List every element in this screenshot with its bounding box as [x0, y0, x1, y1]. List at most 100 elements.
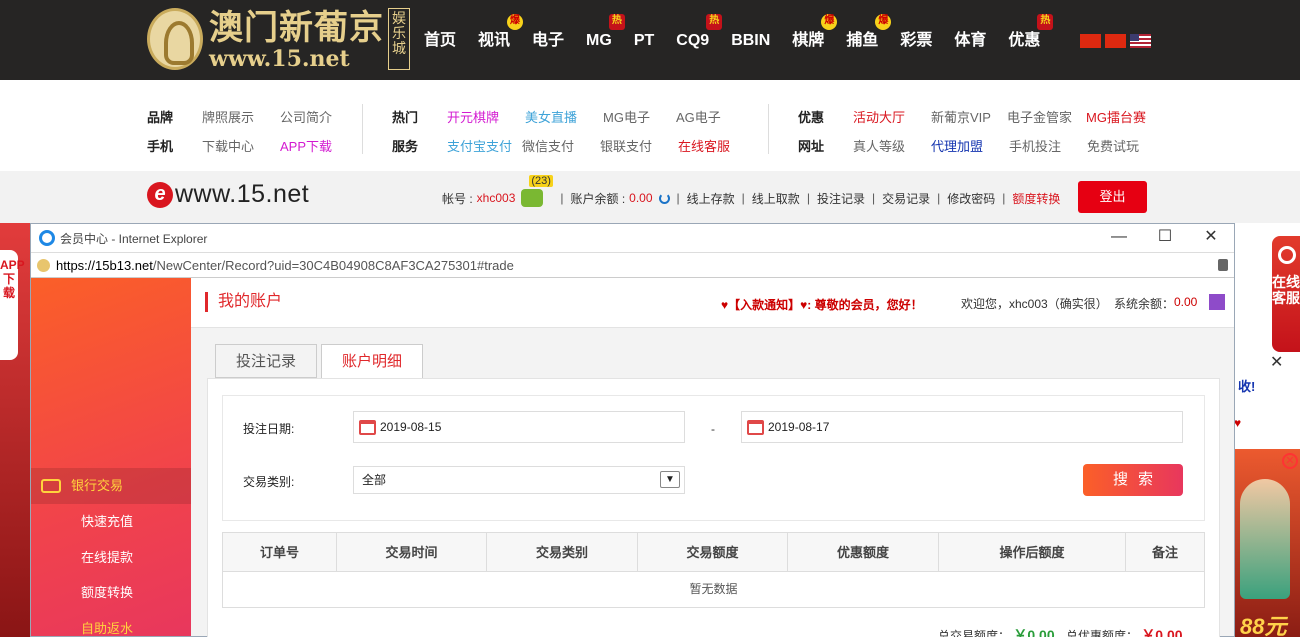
message-icon[interactable]: (23) [521, 175, 553, 207]
window-titlebar[interactable]: 会员中心 - Internet Explorer — ☐ ✕ [31, 224, 1234, 252]
submenu-link[interactable]: 支付宝支付 [447, 136, 512, 155]
submenu-link[interactable]: 免费试玩 [1087, 136, 1139, 155]
logout-button[interactable]: 登出 [1078, 181, 1147, 213]
member-bar: e www.15.net 帐号 : xhc003 (23) | 账户余额 : 0… [0, 171, 1300, 223]
brand-name: 澳门新葡京 [209, 8, 384, 48]
hot-badge: 热 [1037, 14, 1054, 30]
cn-flag-icon[interactable] [1080, 34, 1101, 48]
submenu-link[interactable]: 公司简介 [280, 107, 332, 126]
nav-item-fishing[interactable]: 捕鱼爆 [835, 0, 892, 80]
totals-summary: 总交易额度： ￥0.00 总优惠额度： ￥0.00 [938, 625, 1183, 637]
sidenav-section-bank[interactable]: 银行交易 [31, 468, 191, 504]
submenu-link[interactable]: MG电子 [603, 107, 650, 126]
submenu-link[interactable]: APP下载 [280, 136, 332, 155]
url-host: https://15b13.net [56, 257, 153, 273]
right-ad-banner[interactable]: ✕ 88元 [1234, 449, 1300, 637]
us-flag-icon[interactable] [1130, 34, 1151, 48]
submenu-link[interactable]: 新葡京VIP [931, 107, 991, 126]
column-header[interactable]: 交易时间 [337, 533, 487, 571]
column-header[interactable]: 交易类别 [487, 533, 638, 571]
link-change-password[interactable]: 修改密码 [947, 190, 995, 207]
link-deposit[interactable]: 线上存款 [687, 190, 735, 207]
submenu-link[interactable]: MG擂台赛 [1086, 107, 1146, 126]
submenu-head: 品牌 [147, 110, 174, 125]
address-bar[interactable]: https://15b13.net/NewCenter/Record?uid=3… [31, 252, 1234, 278]
submenu-link[interactable]: 微信支付 [522, 136, 574, 155]
system-balance-value: 0.00 [1174, 295, 1198, 309]
account-label: 帐号 : [442, 191, 473, 206]
date-from-input[interactable]: 2019-08-15 [353, 411, 685, 443]
date-to-input[interactable]: 2019-08-17 [741, 411, 1183, 443]
link-withdraw[interactable]: 线上取款 [752, 190, 800, 207]
submenu-link[interactable]: AG电子 [676, 107, 721, 126]
divider [768, 104, 769, 154]
column-header[interactable]: 优惠额度 [788, 533, 939, 571]
submenu-link[interactable]: 活动大厅 [853, 107, 905, 126]
total-trade-value: ￥0.00 [1013, 627, 1055, 637]
nav-item-cq9[interactable]: CQ9 热 [665, 0, 723, 80]
tab-account-details[interactable]: 账户明细 [321, 344, 424, 379]
nav-item-chess[interactable]: 棋牌爆 [781, 0, 838, 80]
submenu-link[interactable]: 美女直播 [525, 107, 577, 126]
hk-flag-icon[interactable] [1105, 34, 1126, 48]
minimize-button[interactable]: — [1096, 224, 1142, 252]
nav-item-promo[interactable]: 优惠热 [997, 0, 1054, 80]
close-icon[interactable]: ✕ [1282, 453, 1298, 469]
submenu-link[interactable]: 开元棋牌 [447, 107, 499, 126]
sidenav-item-transfer[interactable]: 额度转换 [31, 575, 191, 611]
submenu-link[interactable]: 手机投注 [1009, 136, 1061, 155]
column-header[interactable]: 备注 [1126, 533, 1204, 571]
nav-item-sports[interactable]: 体育 [943, 0, 997, 80]
sidenav-item-rebate[interactable]: 自助返水 [31, 611, 191, 637]
link-transfer[interactable]: 额度转换 [1012, 190, 1060, 207]
date-to-value: 2019-08-17 [768, 420, 830, 434]
brand-logo[interactable]: 澳门新葡京 www.15.net 娱乐城 [147, 8, 410, 70]
nav-item-slots[interactable]: 电子 [521, 0, 575, 80]
page-title: 我的账户 [205, 292, 282, 312]
submenu-link[interactable]: 牌照展示 [202, 107, 254, 126]
type-label: 交易类别: [243, 475, 295, 489]
favicon-icon [37, 258, 50, 272]
tab-bet-records[interactable]: 投注记录 [215, 344, 318, 378]
close-icon[interactable]: ✕ [1270, 352, 1283, 372]
sub-menu: 品牌 牌照展示 公司简介 手机 下载中心 APP下载 热门 开元棋牌 美女直播 … [0, 80, 1300, 171]
submenu-link[interactable]: 电子金管家 [1007, 107, 1072, 126]
search-button[interactable]: 搜索 [1083, 464, 1183, 496]
nav-item-pt[interactable]: PT [623, 0, 665, 80]
refresh-icon[interactable] [658, 192, 670, 204]
submenu-link[interactable]: 银联支付 [600, 136, 652, 155]
sidenav-item-quick-deposit[interactable]: 快速充值 [31, 504, 191, 540]
app-download-tab[interactable]: APP下载 [0, 250, 25, 360]
submenu-link[interactable]: 代理加盟 [931, 136, 983, 155]
column-header[interactable]: 交易额度 [638, 533, 788, 571]
calendar-icon[interactable] [747, 420, 764, 435]
theme-swatch-icon[interactable] [1209, 294, 1225, 310]
close-button[interactable]: ✕ [1188, 224, 1234, 252]
link-trade-records[interactable]: 交易记录 [882, 190, 930, 207]
online-service-tab[interactable]: 在线客服 [1272, 236, 1300, 352]
nav-item-live[interactable]: 视讯爆 [467, 0, 524, 80]
submenu-link[interactable]: 真人等级 [853, 136, 905, 155]
nav-item-home[interactable]: 首页 [413, 0, 467, 80]
column-header[interactable]: 订单号 [223, 533, 337, 571]
nav-item-mg[interactable]: MG 热 [575, 0, 625, 80]
divider [362, 104, 363, 154]
empty-state: 暂无数据 [689, 582, 738, 596]
deposit-notice[interactable]: ♥【入款通知】♥: 尊敬的会员，您好！ [721, 296, 923, 313]
nav-item-lottery[interactable]: 彩票 [889, 0, 943, 80]
submenu-link[interactable]: 在线客服 [678, 136, 730, 155]
nav-item-bbin[interactable]: BBIN [720, 0, 781, 80]
maximize-button[interactable]: ☐ [1142, 224, 1188, 252]
submenu-link[interactable]: 下载中心 [202, 136, 254, 155]
link-bet-records[interactable]: 投注记录 [817, 190, 865, 207]
lock-icon[interactable] [1218, 259, 1228, 271]
calendar-icon[interactable] [359, 420, 376, 435]
sidenav-item-withdraw[interactable]: 在线提款 [31, 540, 191, 576]
site-logo[interactable]: e www.15.net [147, 180, 309, 209]
trade-type-select[interactable]: 全部 ▼ [353, 466, 685, 494]
column-header[interactable]: 操作后额度 [939, 533, 1126, 571]
sidenav-section-label: 银行交易 [71, 478, 124, 493]
ie-window: 会员中心 - Internet Explorer — ☐ ✕ https://1… [30, 223, 1235, 637]
chevron-down-icon[interactable]: ▼ [660, 471, 680, 488]
window-title: 会员中心 - Internet Explorer [60, 231, 208, 246]
